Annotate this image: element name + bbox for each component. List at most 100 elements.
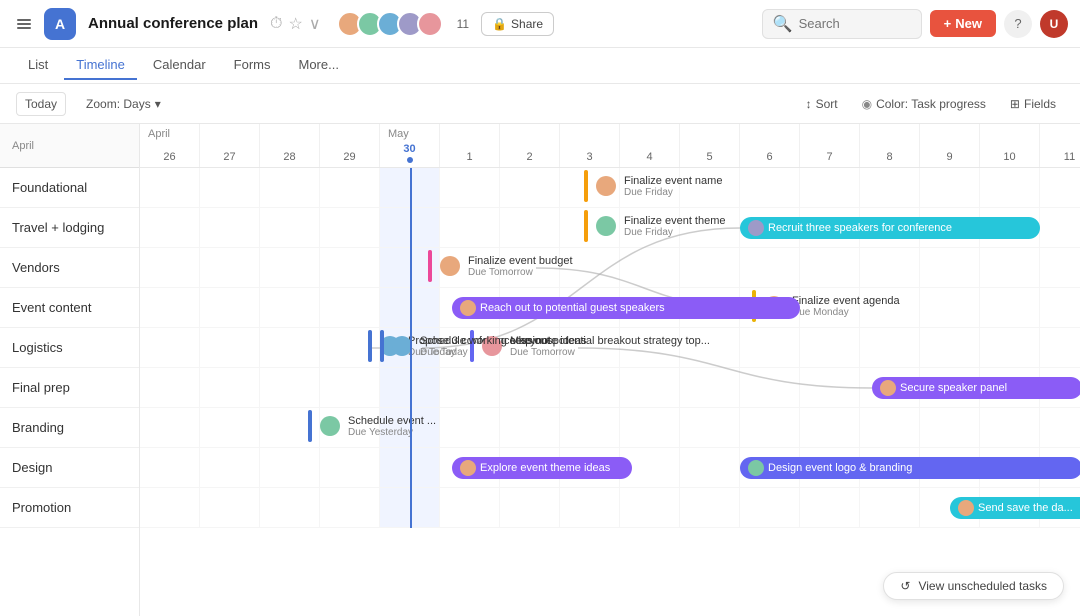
cell-4-8 [620, 328, 680, 367]
cell-2-2 [260, 248, 320, 287]
date-col-9: 9 [920, 124, 980, 167]
color-icon: ◉ [862, 97, 872, 111]
app-icon: A [44, 8, 76, 40]
color-button[interactable]: ◉ Color: Task progress [854, 93, 994, 115]
sidebar: April FoundationalTravel + lodgingVendor… [0, 124, 140, 616]
chevron-icon: ∨ [309, 14, 321, 34]
timeline-row-2 [140, 248, 1080, 288]
cell-1-7 [560, 208, 620, 247]
search-box[interactable]: 🔍 [762, 9, 922, 39]
date-col-8: 8 [860, 124, 920, 167]
zoom-button[interactable]: Zoom: Days ▾ [78, 93, 169, 115]
cell-6-6 [500, 408, 560, 447]
cell-8-11 [800, 488, 860, 527]
cell-8-12 [860, 488, 920, 527]
cell-2-0 [140, 248, 200, 287]
date-col-28: 28 [260, 124, 320, 167]
timeline-row-1 [140, 208, 1080, 248]
sidebar-item-branding[interactable]: Branding [0, 408, 139, 448]
fields-button[interactable]: ⊞ Fields [1002, 93, 1064, 115]
date-col-10: 10 [980, 124, 1040, 167]
tab-list[interactable]: List [16, 51, 60, 80]
cell-1-10 [740, 208, 800, 247]
cell-5-8 [620, 368, 680, 407]
cell-5-2 [260, 368, 320, 407]
title-icons: ⏱ ☆ ∨ [270, 14, 321, 34]
cell-3-1 [200, 288, 260, 327]
cell-5-15 [1040, 368, 1080, 407]
topbar: A Annual conference plan ⏱ ☆ ∨ 11 🔒 Shar… [0, 0, 1080, 48]
sidebar-item-travel-+-lodging[interactable]: Travel + lodging [0, 208, 139, 248]
new-label: New [955, 16, 982, 31]
clock-icon: ⏱ [270, 15, 282, 33]
cell-0-12 [860, 168, 920, 207]
help-button[interactable]: ? [1004, 10, 1032, 38]
cell-5-14 [980, 368, 1040, 407]
cell-5-0 [140, 368, 200, 407]
cell-2-6 [500, 248, 560, 287]
search-input[interactable] [799, 16, 909, 31]
timeline-row-6 [140, 408, 1080, 448]
fields-label: Fields [1024, 97, 1056, 111]
share-button[interactable]: 🔒 Share [481, 12, 554, 36]
tab-calendar[interactable]: Calendar [141, 51, 218, 80]
cell-3-3 [320, 288, 380, 327]
cell-3-14 [980, 288, 1040, 327]
cell-3-13 [920, 288, 980, 327]
new-button[interactable]: + New [930, 10, 996, 37]
cell-0-2 [260, 168, 320, 207]
cell-7-12 [860, 448, 920, 487]
tab-more[interactable]: More... [287, 51, 351, 80]
cell-7-10 [740, 448, 800, 487]
cell-6-3 [320, 408, 380, 447]
date-header: AprilMay26272829301234567891011 [140, 124, 1080, 168]
cell-8-0 [140, 488, 200, 527]
sidebar-item-vendors[interactable]: Vendors [0, 248, 139, 288]
cell-0-13 [920, 168, 980, 207]
cell-6-12 [860, 408, 920, 447]
search-icon: 🔍 [773, 14, 793, 34]
cell-1-5 [440, 208, 500, 247]
sidebar-item-foundational[interactable]: Foundational [0, 168, 139, 208]
cell-4-10 [740, 328, 800, 367]
month-label-april: April [144, 128, 170, 140]
cell-4-11 [800, 328, 860, 367]
sidebar-item-logistics[interactable]: Logistics [0, 328, 139, 368]
cell-7-7 [560, 448, 620, 487]
cell-0-0 [140, 168, 200, 207]
cell-3-9 [680, 288, 740, 327]
today-button[interactable]: Today [16, 92, 66, 116]
sidebar-header: April [0, 124, 139, 168]
cell-0-11 [800, 168, 860, 207]
toolbar: Today Zoom: Days ▾ ↕ Sort ◉ Color: Task … [0, 84, 1080, 124]
sidebar-item-event-content[interactable]: Event content [0, 288, 139, 328]
cell-6-5 [440, 408, 500, 447]
user-avatar[interactable]: U [1040, 10, 1068, 38]
sidebar-item-final-prep[interactable]: Final prep [0, 368, 139, 408]
cell-0-1 [200, 168, 260, 207]
cell-6-2 [260, 408, 320, 447]
date-col-11: 11 [1040, 124, 1080, 167]
cell-4-13 [920, 328, 980, 367]
unscheduled-tasks-bar[interactable]: ↺ View unscheduled tasks [883, 572, 1064, 600]
unscheduled-tasks-label: View unscheduled tasks [918, 579, 1047, 593]
cell-8-15 [1040, 488, 1080, 527]
sort-button[interactable]: ↕ Sort [798, 93, 846, 115]
cell-1-2 [260, 208, 320, 247]
timeline-grid[interactable]: AprilMay26272829301234567891011 Finalize… [140, 124, 1080, 616]
cell-8-5 [440, 488, 500, 527]
cell-5-12 [860, 368, 920, 407]
cell-0-15 [1040, 168, 1080, 207]
timeline-row-0 [140, 168, 1080, 208]
cell-0-8 [620, 168, 680, 207]
today-line [410, 168, 412, 528]
cell-3-12 [860, 288, 920, 327]
cell-7-8 [620, 448, 680, 487]
sidebar-item-promotion[interactable]: Promotion [0, 488, 139, 528]
tab-forms[interactable]: Forms [222, 51, 283, 80]
tab-timeline[interactable]: Timeline [64, 51, 137, 80]
color-label: Color: Task progress [876, 97, 986, 111]
cell-4-2 [260, 328, 320, 367]
sidebar-item-design[interactable]: Design [0, 448, 139, 488]
menu-icon[interactable] [12, 12, 36, 36]
